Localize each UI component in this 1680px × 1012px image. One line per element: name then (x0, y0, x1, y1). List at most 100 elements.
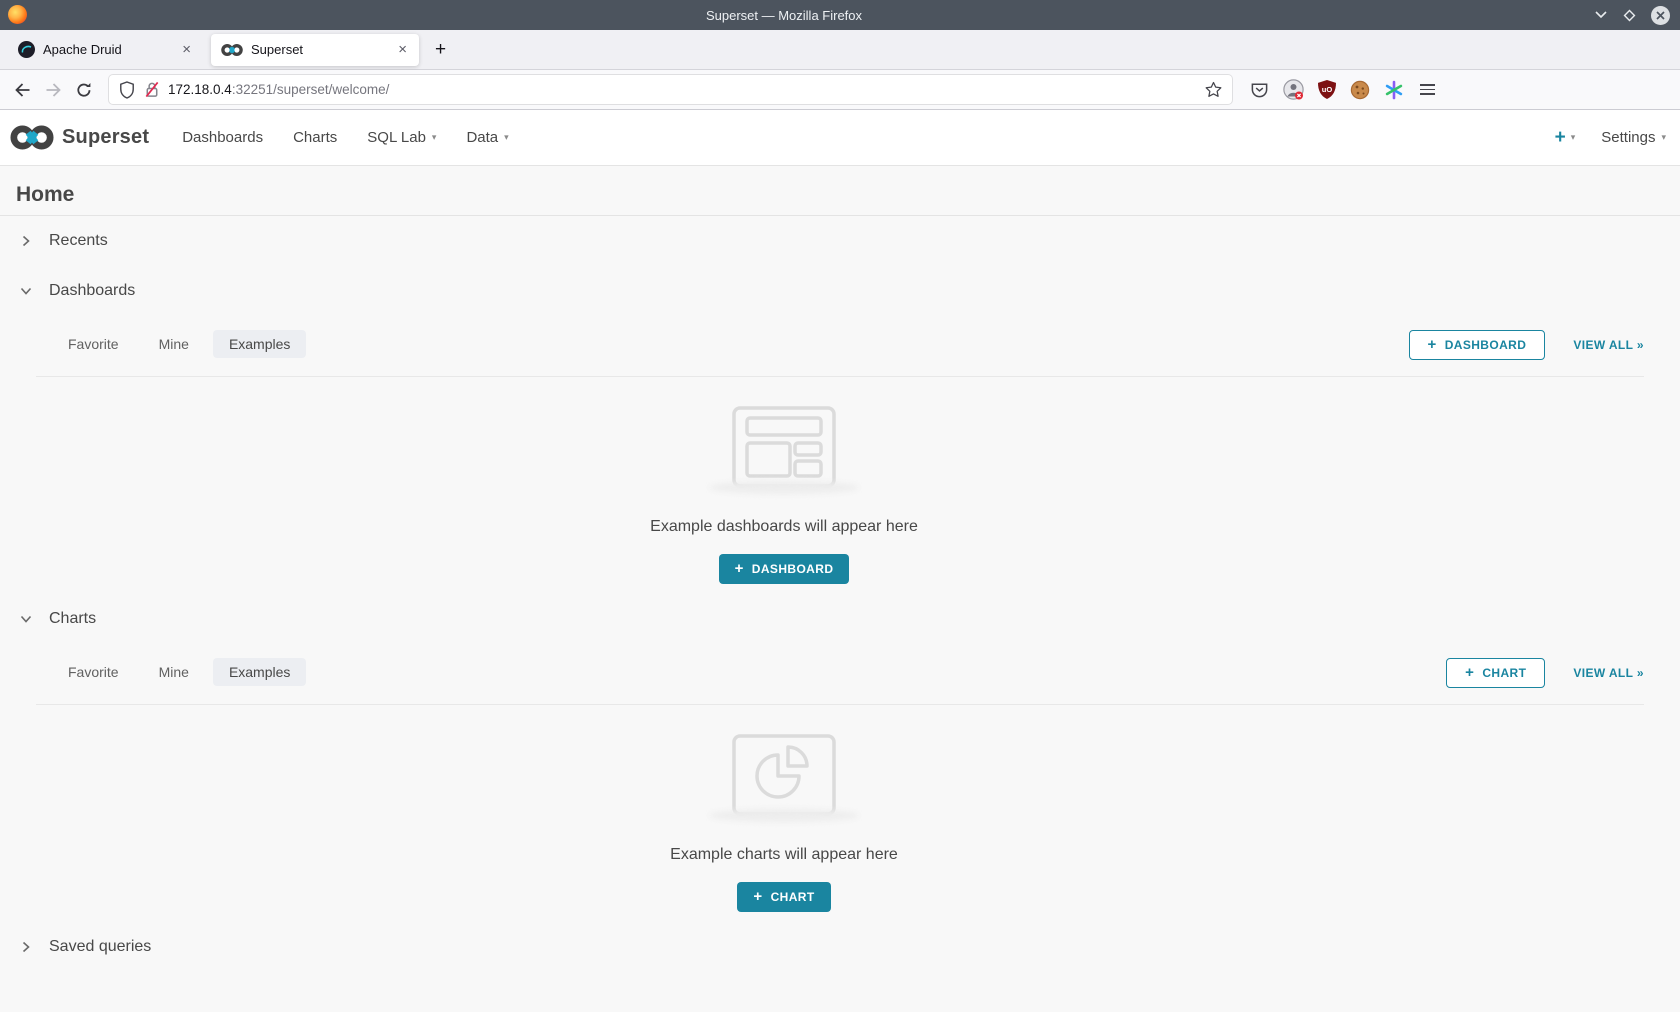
nav-item-label: Charts (293, 129, 337, 146)
charts-empty-state: Example charts will appear here + CHART (0, 705, 1568, 922)
chevron-down-icon: ▾ (504, 133, 509, 142)
superset-tab-icon (221, 43, 243, 57)
druid-icon (18, 41, 35, 58)
charts-controls: Favorite Mine Examples + CHART VIEW ALL … (36, 644, 1644, 704)
nav-item-label: SQL Lab (367, 129, 426, 146)
reload-icon[interactable] (76, 82, 92, 98)
window-titlebar: Superset — Mozilla Firefox (0, 0, 1680, 30)
section-title: Charts (49, 610, 96, 628)
charts-view-all-link[interactable]: VIEW ALL » (1573, 666, 1644, 680)
chevron-down-icon: ▾ (1661, 133, 1666, 142)
dashboards-view-all-link[interactable]: VIEW ALL » (1573, 338, 1644, 352)
settings-menu[interactable]: Settings ▾ (1601, 129, 1666, 146)
chevron-down-icon (20, 613, 32, 625)
recents-section-header[interactable]: Recents (0, 216, 1680, 266)
forward-icon[interactable] (45, 82, 62, 98)
plus-icon: + (735, 561, 744, 576)
browser-toolbar: 172.18.0.4:32251/superset/welcome/ uO (0, 70, 1680, 110)
nav-item-label: Dashboards (182, 129, 263, 146)
tab-title: Apache Druid (43, 42, 180, 57)
nav-item-dashboards[interactable]: Dashboards (167, 129, 278, 146)
tab-examples[interactable]: Examples (213, 658, 306, 686)
chart-placeholder-icon (732, 734, 836, 816)
section-title: Saved queries (49, 938, 151, 956)
create-dashboard-button[interactable]: + DASHBOARD (1409, 330, 1546, 360)
plus-icon: + (753, 889, 762, 904)
charts-section: Charts Favorite Mine Examples + CHART VI… (0, 594, 1680, 922)
browser-tab-apache-druid[interactable]: Apache Druid × (8, 34, 203, 66)
superset-logo[interactable]: Superset (10, 124, 149, 151)
dashboard-placeholder-icon (732, 406, 836, 488)
create-dashboard-label: DASHBOARD (1445, 338, 1527, 352)
brand-name: Superset (62, 126, 149, 149)
url-bar[interactable]: 172.18.0.4:32251/superset/welcome/ (109, 75, 1232, 104)
new-item-button[interactable]: + ▾ (1555, 128, 1576, 147)
create-chart-button[interactable]: + CHART (1446, 658, 1545, 688)
nav-menu: Dashboards Charts SQL Lab ▾ Data ▾ (167, 129, 523, 146)
tab-favorite[interactable]: Favorite (52, 330, 135, 358)
nav-item-data[interactable]: Data ▾ (451, 129, 523, 146)
plus-icon: + (1465, 665, 1474, 680)
url-text: 172.18.0.4:32251/superset/welcome/ (168, 82, 1205, 97)
empty-state-text: Example dashboards will appear here (650, 518, 918, 536)
empty-state-text: Example charts will appear here (670, 846, 898, 864)
tab-close-icon[interactable]: × (180, 41, 193, 58)
tab-close-icon[interactable]: × (396, 41, 409, 58)
icon-shadow (709, 481, 859, 494)
close-icon[interactable] (1651, 6, 1670, 25)
nav-item-label: Data (466, 129, 498, 146)
cookie-icon[interactable] (1350, 80, 1370, 100)
back-icon[interactable] (14, 82, 31, 98)
tab-favorite[interactable]: Favorite (52, 658, 135, 686)
menu-icon[interactable] (1418, 82, 1437, 97)
create-chart-button-primary[interactable]: + CHART (737, 882, 830, 912)
bookmark-star-icon[interactable] (1205, 81, 1222, 98)
new-tab-button[interactable]: + (429, 39, 452, 61)
plus-icon: + (1428, 337, 1437, 352)
dashboards-empty-state: Example dashboards will appear here + DA… (0, 377, 1568, 594)
shield-icon[interactable] (119, 81, 135, 99)
ublock-origin-icon[interactable]: uO (1318, 80, 1336, 99)
create-chart-label: CHART (771, 890, 815, 904)
maximize-icon[interactable] (1622, 8, 1637, 23)
section-title: Recents (49, 232, 108, 250)
nav-item-sql-lab[interactable]: SQL Lab ▾ (352, 129, 451, 146)
recents-section: Recents (0, 216, 1680, 266)
saved-queries-section: Saved queries (0, 922, 1680, 972)
url-path: :32251/superset/welcome/ (232, 82, 390, 97)
extension-asterisk-icon[interactable] (1384, 80, 1404, 100)
window-title: Superset — Mozilla Firefox (0, 8, 1568, 23)
page-title: Home (0, 166, 1680, 215)
chevron-down-icon: ▾ (1571, 133, 1576, 142)
create-dashboard-button-primary[interactable]: + DASHBOARD (719, 554, 850, 584)
account-container-icon[interactable] (1283, 79, 1304, 100)
chevron-right-icon (20, 235, 32, 247)
settings-label: Settings (1601, 129, 1655, 146)
charts-section-header[interactable]: Charts (0, 594, 1680, 644)
chevron-down-icon (20, 285, 32, 297)
create-dashboard-label: DASHBOARD (752, 562, 834, 576)
nav-item-charts[interactable]: Charts (278, 129, 352, 146)
dashboards-tabs: Favorite Mine Examples (36, 330, 314, 358)
superset-infinity-icon (10, 124, 54, 151)
dashboards-section-header[interactable]: Dashboards (0, 266, 1680, 316)
minimize-icon[interactable] (1594, 10, 1608, 20)
chevron-right-icon (20, 941, 32, 953)
browser-tabbar: Apache Druid × Superset × + (0, 30, 1680, 70)
dashboards-section: Dashboards Favorite Mine Examples + DASH… (0, 266, 1680, 594)
pocket-icon[interactable] (1250, 80, 1269, 99)
firefox-icon (8, 5, 27, 24)
svg-text:uO: uO (1322, 85, 1333, 94)
url-host: 172.18.0.4 (168, 82, 232, 97)
insecure-lock-icon[interactable] (144, 81, 160, 98)
saved-queries-section-header[interactable]: Saved queries (0, 922, 1680, 972)
plus-icon: + (1555, 128, 1566, 147)
charts-tabs: Favorite Mine Examples (36, 658, 314, 686)
tab-mine[interactable]: Mine (143, 330, 205, 358)
chevron-down-icon: ▾ (432, 133, 437, 142)
tab-mine[interactable]: Mine (143, 658, 205, 686)
tab-examples[interactable]: Examples (213, 330, 306, 358)
superset-navbar: Superset Dashboards Charts SQL Lab ▾ Data… (0, 110, 1680, 166)
browser-tab-superset[interactable]: Superset × (211, 34, 419, 66)
icon-shadow (709, 809, 859, 822)
